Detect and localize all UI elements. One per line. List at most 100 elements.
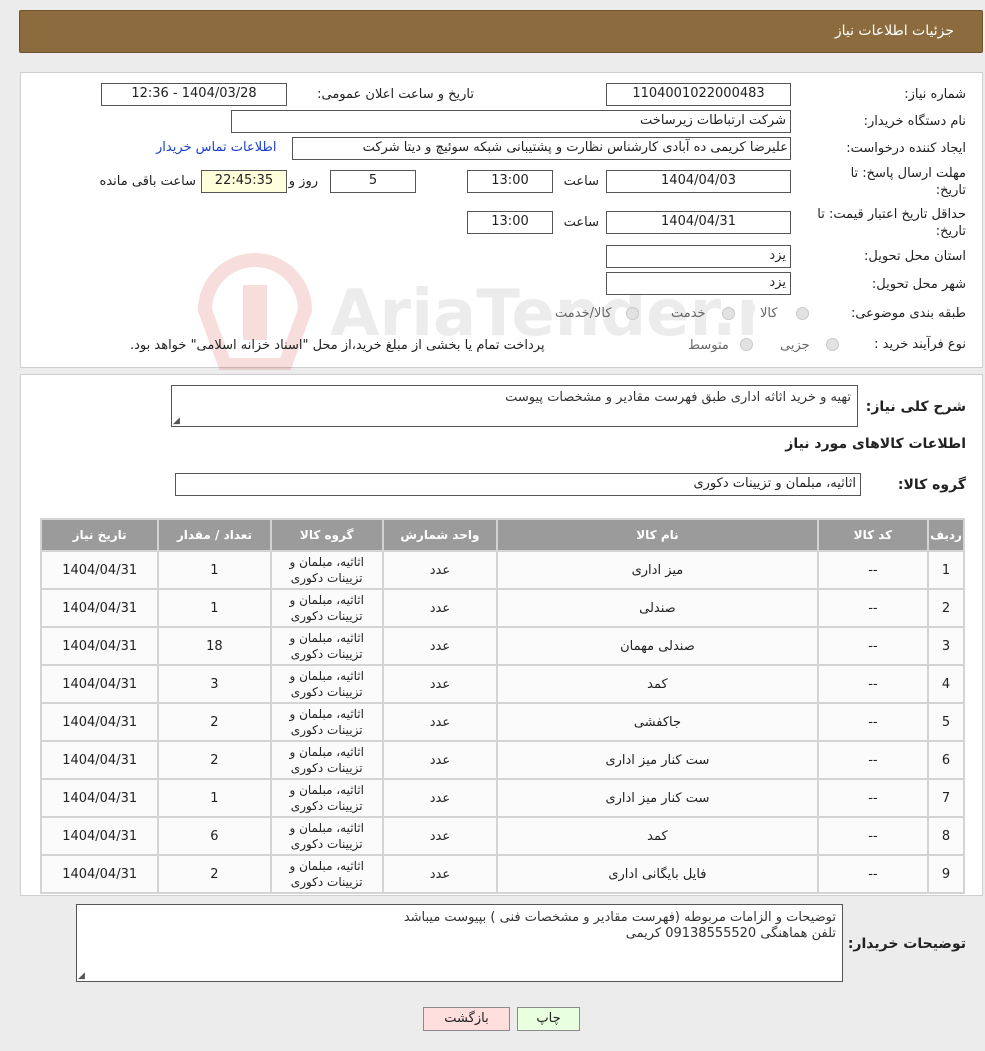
cell-date: 1404/04/31 — [42, 590, 158, 626]
buyer-notes-textarea[interactable] — [76, 904, 843, 982]
category-option-service: خدمت — [671, 306, 706, 321]
announce-field: 1404/03/28 - 12:36 — [101, 83, 287, 106]
deadline-time-field: 13:00 — [467, 170, 553, 193]
buyer-org-label: نام دستگاه خریدار: — [863, 114, 966, 129]
cell-name: صندلی مهمان — [498, 628, 817, 664]
deadline-date-field: 1404/04/03 — [606, 170, 791, 193]
resize-grip-icon[interactable]: ◢ — [78, 971, 85, 981]
deadline-time-label: ساعت — [563, 174, 599, 189]
resize-grip-icon[interactable]: ◢ — [173, 416, 180, 426]
deadline-label: مهلت ارسال پاسخ: تا — [850, 166, 966, 181]
validity-time-label: ساعت — [563, 215, 599, 230]
page-header: جزئیات اطلاعات نیاز — [19, 10, 983, 53]
contact-link[interactable]: اطلاعات تماس خریدار — [156, 140, 276, 155]
cell-qty: 18 — [159, 628, 270, 664]
cell-qty: 1 — [159, 780, 270, 816]
cell-code: -- — [818, 590, 928, 626]
validity-date-field: 1404/04/31 — [606, 211, 791, 234]
cell-row: 8 — [929, 818, 963, 854]
validity-time-field: 13:00 — [467, 211, 553, 234]
cell-code: -- — [818, 856, 928, 892]
table-row: 2 -- صندلی عدد اثاثیه، مبلمان و تزیینات دکور… — [42, 590, 963, 626]
cell-date: 1404/04/31 — [42, 818, 158, 854]
cell-group: اثاثیه، مبلمان و تزیینات دکوری — [271, 666, 382, 702]
cell-unit: عدد — [383, 742, 497, 778]
category-radio-service[interactable] — [722, 307, 735, 320]
items-table: ردیف کد کالا نام کالا واحد شمارش گروه کا… — [40, 518, 965, 894]
process-option-minor: جزیی — [780, 338, 810, 353]
cell-row: 9 — [929, 856, 963, 892]
page-title: جزئیات اطلاعات نیاز — [834, 23, 954, 39]
description-label: شرح کلی نیاز: — [865, 399, 966, 415]
cell-date: 1404/04/31 — [42, 628, 158, 664]
process-radio-medium[interactable] — [740, 338, 753, 351]
cell-group: اثاثیه، مبلمان و تزیینات دکوری — [271, 856, 382, 892]
process-option-medium: متوسط — [688, 338, 729, 353]
description-textarea[interactable] — [171, 385, 858, 427]
cell-row: 3 — [929, 628, 963, 664]
cell-unit: عدد — [383, 590, 497, 626]
col-code: کد کالا — [818, 520, 928, 550]
process-radio-minor[interactable] — [826, 338, 839, 351]
cell-qty: 3 — [159, 666, 270, 702]
province-field: یزد — [606, 245, 791, 268]
remaining-timer: 22:45:35 — [201, 170, 287, 193]
cell-unit: عدد — [383, 780, 497, 816]
remaining-label: ساعت باقی مانده — [99, 174, 196, 189]
cell-unit: عدد — [383, 552, 497, 588]
cell-group: اثاثیه، مبلمان و تزیینات دکوری — [271, 552, 382, 588]
group-field: اثاثیه، مبلمان و تزیینات دکوری — [175, 473, 861, 496]
col-group: گروه کالا — [271, 520, 382, 550]
col-unit: واحد شمارش — [383, 520, 497, 550]
cell-date: 1404/04/31 — [42, 704, 158, 740]
cell-qty: 1 — [159, 590, 270, 626]
table-row: 8 -- کمد عدد اثاثیه، مبلمان و تزیینات دکوری 6… — [42, 818, 963, 854]
print-button[interactable]: چاپ — [517, 1007, 580, 1031]
cell-date: 1404/04/31 — [42, 552, 158, 588]
cell-group: اثاثیه، مبلمان و تزیینات دکوری — [271, 590, 382, 626]
cell-unit: عدد — [383, 666, 497, 702]
cell-name: کمد — [498, 666, 817, 702]
table-row: 5 -- جاکفشی عدد اثاثیه، مبلمان و تزیینات دکو… — [42, 704, 963, 740]
announce-label: تاریخ و ساعت اعلان عمومی: — [317, 87, 474, 102]
col-row: ردیف — [929, 520, 963, 550]
category-radio-goods[interactable] — [796, 307, 809, 320]
cell-unit: عدد — [383, 628, 497, 664]
creator-field: علیرضا کریمی ده آبادی کارشناس نظارت و پش… — [292, 137, 791, 160]
back-button[interactable]: بازگشت — [423, 1007, 510, 1031]
validity-label: حداقل تاریخ اعتبار قیمت: تا — [817, 207, 966, 222]
col-name: نام کالا — [498, 520, 817, 550]
cell-code: -- — [818, 818, 928, 854]
cell-group: اثاثیه، مبلمان و تزیینات دکوری — [271, 704, 382, 740]
cell-row: 6 — [929, 742, 963, 778]
province-label: استان محل تحویل: — [864, 249, 966, 264]
cell-row: 5 — [929, 704, 963, 740]
group-label: گروه کالا: — [897, 477, 966, 493]
days-label: روز و — [288, 174, 318, 189]
cell-unit: عدد — [383, 818, 497, 854]
cell-qty: 6 — [159, 818, 270, 854]
table-row: 1 -- میز اداری عدد اثاثیه، مبلمان و تزیینات … — [42, 552, 963, 588]
city-field: یزد — [606, 272, 791, 295]
validity-label-2: تاریخ: — [935, 224, 966, 239]
cell-code: -- — [818, 628, 928, 664]
creator-label: ایجاد کننده درخواست: — [846, 141, 966, 156]
category-radio-both[interactable] — [626, 307, 639, 320]
cell-code: -- — [818, 552, 928, 588]
col-qty: تعداد / مقدار — [159, 520, 270, 550]
city-label: شهر محل تحویل: — [871, 277, 966, 292]
cell-name: کمد — [498, 818, 817, 854]
cell-name: فایل بایگانی اداری — [498, 856, 817, 892]
cell-date: 1404/04/31 — [42, 666, 158, 702]
cell-name: ست کنار میز اداری — [498, 742, 817, 778]
cell-row: 4 — [929, 666, 963, 702]
cell-group: اثاثیه، مبلمان و تزیینات دکوری — [271, 742, 382, 778]
cell-name: جاکفشی — [498, 704, 817, 740]
table-row: 7 -- ست کنار میز اداری عدد اثاثیه، مبلمان و … — [42, 780, 963, 816]
cell-name: میز اداری — [498, 552, 817, 588]
table-row: 6 -- ست کنار میز اداری عدد اثاثیه، مبلمان و … — [42, 742, 963, 778]
need-number-field: 1104001022000483 — [606, 83, 791, 106]
cell-code: -- — [818, 780, 928, 816]
cell-unit: عدد — [383, 704, 497, 740]
goods-title: اطلاعات کالاهای مورد نیاز — [785, 436, 966, 452]
